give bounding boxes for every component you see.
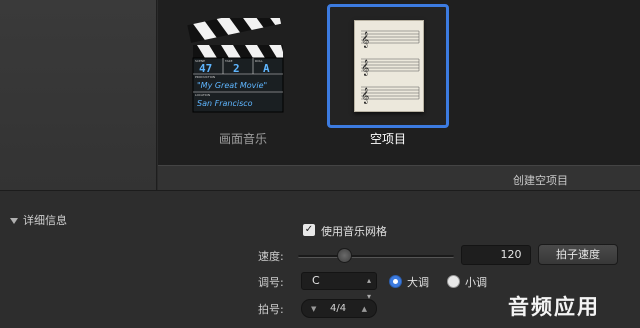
clapper-roll-label: ROLL [255, 59, 263, 63]
clapper-title-text: "My Great Movie" [197, 81, 267, 90]
decrement-icon[interactable]: ▼ [311, 301, 316, 318]
clapper-roll-number: 47 [199, 62, 212, 75]
increment-icon[interactable]: ▲ [362, 301, 367, 318]
tempo-value-field[interactable]: 120 [461, 245, 531, 265]
watermark-text: 音频应用 [508, 295, 600, 319]
major-radio[interactable] [389, 275, 402, 288]
use-music-grid-checkbox[interactable]: ✓ [303, 224, 315, 236]
major-label[interactable]: 大调 [407, 274, 429, 290]
gallery-footer: 创建空项目 [158, 165, 640, 190]
key-select-value: C [312, 274, 320, 287]
details-panel: 详细信息 ✓ 使用音乐网格 速度: 120 拍子速度 调号: C ▴ ▾ 大调 小… [0, 190, 640, 328]
clapper-location-text: San Francisco [197, 99, 253, 108]
clapper-take-label: TAKE [224, 59, 233, 63]
tempo-slider-knob[interactable] [337, 248, 353, 263]
sheet-music-icon[interactable]: 𝄞 𝄞 𝄞 [354, 20, 424, 112]
clapper-take-number: 2 [233, 62, 240, 75]
template-label-movie[interactable]: 画面音乐 [173, 130, 313, 147]
disclosure-triangle-icon[interactable] [10, 218, 18, 224]
time-signature-label: 拍号: [258, 303, 284, 316]
tempo-label: 速度: [258, 250, 284, 263]
minor-radio[interactable] [447, 275, 460, 288]
svg-text:𝄞: 𝄞 [361, 88, 369, 104]
details-disclosure[interactable]: 详细信息 [10, 212, 67, 228]
create-empty-project-button[interactable]: 创建空项目 [513, 172, 568, 188]
clapper-production-label: PRODUCTION [195, 75, 215, 79]
key-label: 调号: [258, 276, 284, 289]
tempo-slider-track[interactable] [298, 255, 454, 258]
minor-label[interactable]: 小调 [465, 274, 487, 290]
details-header-label: 详细信息 [23, 214, 67, 227]
clapperboard-icon[interactable]: SCENE TAKE ROLL 47 2 A PRODUCTION "My Gr… [187, 18, 287, 114]
time-signature-stepper[interactable]: ▼ 4/4 ▲ [301, 299, 377, 318]
clapper-location-label: LOCATION [195, 93, 210, 97]
time-signature-value: 4/4 [330, 303, 347, 314]
key-select[interactable]: C ▴ ▾ [301, 272, 377, 301]
category-sidebar [0, 0, 157, 190]
tap-tempo-button[interactable]: 拍子速度 [538, 244, 618, 265]
use-music-grid-label[interactable]: 使用音乐网格 [321, 223, 387, 239]
clapper-scene-letter: A [263, 62, 270, 75]
svg-text:𝄞: 𝄞 [361, 32, 369, 48]
template-label-empty-project[interactable]: 空项目 [318, 130, 458, 147]
svg-text:𝄞: 𝄞 [361, 60, 369, 76]
